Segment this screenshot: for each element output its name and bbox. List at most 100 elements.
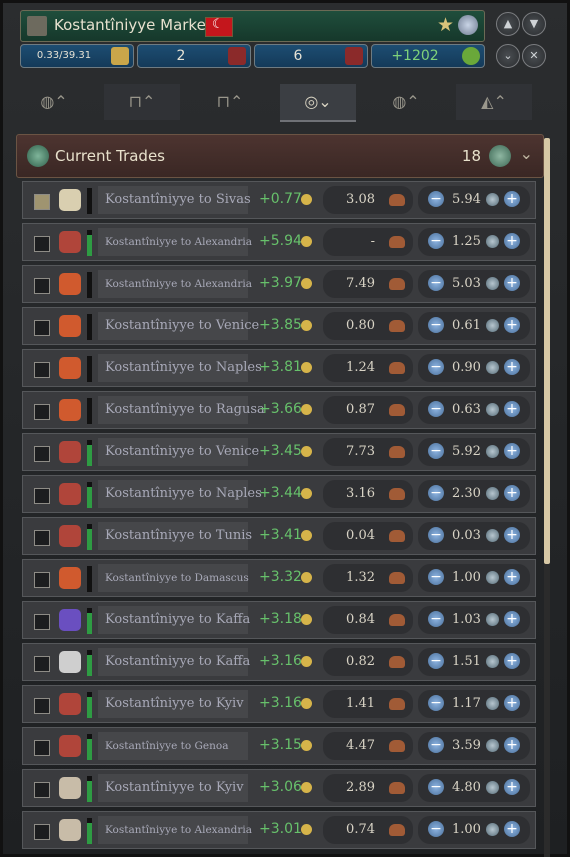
increase-button[interactable]: + xyxy=(504,821,520,837)
decrease-button[interactable]: − xyxy=(428,233,444,249)
trade-row[interactable]: Kostantîniyye to Naples +3.44 3.16 − 2.3… xyxy=(22,475,536,513)
increase-button[interactable]: + xyxy=(504,737,520,753)
route-label-box[interactable]: Kostantîniyye to Naples xyxy=(98,480,262,508)
decrease-button[interactable]: − xyxy=(428,821,444,837)
trade-row[interactable]: Kostantîniyye to Venice +3.45 7.73 − 5.9… xyxy=(22,433,536,471)
route-label-box[interactable]: Kostantîniyye to Venice xyxy=(98,312,259,340)
trade-checkbox[interactable] xyxy=(34,824,50,840)
route-label-box[interactable]: Kostantîniyye to Kyiv xyxy=(98,774,248,802)
stat-balance[interactable]: +1202 xyxy=(371,44,485,68)
increase-button[interactable]: + xyxy=(504,233,520,249)
increase-button[interactable]: + xyxy=(504,569,520,585)
trade-row[interactable]: Kostantîniyye to Alexandria +3.97 7.49 −… xyxy=(22,265,536,303)
star-icon[interactable]: ★ xyxy=(437,14,454,36)
route-label-box[interactable]: Kostantîniyye to Kaffa xyxy=(98,648,250,676)
trade-checkbox[interactable] xyxy=(34,782,50,798)
route-label-box[interactable]: Kostantîniyye to Alexandria xyxy=(98,270,252,298)
scrollbar-thumb[interactable] xyxy=(544,138,550,564)
decrease-button[interactable]: − xyxy=(428,401,444,417)
trade-row[interactable]: Kostantîniyye to Damascus +3.32 1.32 − 1… xyxy=(22,559,536,597)
stat-routes[interactable]: 6 xyxy=(254,44,368,68)
increase-button[interactable]: + xyxy=(504,611,520,627)
trade-checkbox[interactable] xyxy=(34,362,50,378)
scrollbar-track[interactable] xyxy=(544,564,550,857)
decrease-button[interactable]: − xyxy=(428,569,444,585)
route-label-box[interactable]: Kostantîniyye to Naples xyxy=(98,354,262,382)
decrease-button[interactable]: − xyxy=(428,737,444,753)
route-label-box[interactable]: Kostantîniyye to Ragusa xyxy=(98,396,265,424)
decrease-button[interactable]: − xyxy=(428,359,444,375)
increase-button[interactable]: + xyxy=(504,443,520,459)
pin-button[interactable]: ▲ xyxy=(496,12,520,36)
route-label-box[interactable]: Kostantîniyye to Kyiv xyxy=(98,690,248,718)
trade-checkbox[interactable] xyxy=(34,488,50,504)
trade-checkbox[interactable] xyxy=(34,656,50,672)
close-button[interactable]: ✕ xyxy=(522,44,546,68)
route-label-box[interactable]: Kostantîniyye to Genoa xyxy=(98,732,248,760)
trade-row[interactable]: Kostantîniyye to Ragusa +3.66 0.87 − 0.6… xyxy=(22,391,536,429)
trade-row[interactable]: Kostantîniyye to Genoa +3.15 4.47 − 3.59… xyxy=(22,727,536,765)
increase-button[interactable]: + xyxy=(504,527,520,543)
increase-button[interactable]: + xyxy=(504,653,520,669)
trade-row[interactable]: Kostantîniyye to Naples +3.81 1.24 − 0.9… xyxy=(22,349,536,387)
trade-row[interactable]: Kostantîniyye to Kyiv +3.06 2.89 − 4.80 … xyxy=(22,769,536,807)
decrease-button[interactable]: − xyxy=(428,695,444,711)
trade-checkbox[interactable] xyxy=(34,740,50,756)
route-label-box[interactable]: Kostantîniyye to Alexandria xyxy=(98,228,252,256)
decrease-button[interactable]: − xyxy=(428,779,444,795)
trade-checkbox[interactable] xyxy=(34,698,50,714)
chevron-down-icon[interactable]: ⌄ xyxy=(520,144,533,163)
decrease-button[interactable]: − xyxy=(428,191,444,207)
current-trades-header[interactable]: Current Trades 18 ⌄ xyxy=(16,134,544,178)
increase-button[interactable]: + xyxy=(504,191,520,207)
trade-checkbox[interactable] xyxy=(34,530,50,546)
route-label-box[interactable]: Kostantîniyye to Alexandria xyxy=(98,816,252,844)
trade-row[interactable]: Kostantîniyye to Venice +3.85 0.80 − 0.6… xyxy=(22,307,536,345)
decrease-button[interactable]: − xyxy=(428,443,444,459)
trade-checkbox[interactable] xyxy=(34,614,50,630)
tab-overview[interactable]: ◍⌃ xyxy=(16,84,92,120)
route-label-box[interactable]: Kostantîniyye to Damascus xyxy=(98,564,249,592)
route-label-box[interactable]: Kostantîniyye to Kaffa xyxy=(98,606,250,634)
decrease-button[interactable]: − xyxy=(428,275,444,291)
route-label-box[interactable]: Kostantîniyye to Venice xyxy=(98,438,259,466)
collapse-button[interactable]: ⌄ xyxy=(496,44,520,68)
trade-row[interactable]: Kostantîniyye to Kaffa +3.16 0.82 − 1.51… xyxy=(22,643,536,681)
trade-checkbox[interactable] xyxy=(34,236,50,252)
stat-capacity[interactable]: 0.33/39.31 xyxy=(20,44,134,68)
trade-row[interactable]: Kostantîniyye to Alexandria +3.01 0.74 −… xyxy=(22,811,536,849)
increase-button[interactable]: + xyxy=(504,401,520,417)
tab-buildings[interactable]: ⊓⌃ xyxy=(104,84,180,120)
filter-button[interactable]: ▼ xyxy=(522,12,546,36)
decrease-button[interactable]: − xyxy=(428,317,444,333)
route-label-box[interactable]: Kostantîniyye to Sivas xyxy=(98,186,251,214)
trade-checkbox[interactable] xyxy=(34,278,50,294)
decrease-button[interactable]: − xyxy=(428,611,444,627)
trade-row[interactable]: Kostantîniyye to Kaffa +3.18 0.84 − 1.03… xyxy=(22,601,536,639)
increase-button[interactable]: + xyxy=(504,317,520,333)
stat-buildings[interactable]: 2 xyxy=(137,44,251,68)
increase-button[interactable]: + xyxy=(504,695,520,711)
tab-trades[interactable]: ◎⌄ xyxy=(280,84,356,122)
trade-row[interactable]: Kostantîniyye to Alexandria +5.94 - − 1.… xyxy=(22,223,536,261)
increase-button[interactable]: + xyxy=(504,275,520,291)
increase-button[interactable]: + xyxy=(504,359,520,375)
trade-checkbox[interactable] xyxy=(34,404,50,420)
trade-row[interactable]: Kostantîniyye to Sivas +0.77 3.08 − 5.94… xyxy=(22,181,536,219)
trade-checkbox[interactable] xyxy=(34,194,50,210)
trade-checkbox[interactable] xyxy=(34,572,50,588)
tab-pops[interactable]: ◭⌃ xyxy=(456,84,532,120)
route-label-box[interactable]: Kostantîniyye to Tunis xyxy=(98,522,252,550)
increase-button[interactable]: + xyxy=(504,485,520,501)
tab-production[interactable]: ⊓⌃ xyxy=(192,84,268,120)
trade-row[interactable]: Kostantîniyye to Kyiv +3.16 1.41 − 1.17 … xyxy=(22,685,536,723)
tab-routes[interactable]: ◍⌃ xyxy=(368,84,444,120)
decrease-button[interactable]: − xyxy=(428,527,444,543)
trade-row[interactable]: Kostantîniyye to Tunis +3.41 0.04 − 0.03… xyxy=(22,517,536,555)
gear-icon[interactable] xyxy=(458,15,478,35)
trade-checkbox[interactable] xyxy=(34,446,50,462)
decrease-button[interactable]: − xyxy=(428,485,444,501)
trade-checkbox[interactable] xyxy=(34,320,50,336)
increase-button[interactable]: + xyxy=(504,779,520,795)
decrease-button[interactable]: − xyxy=(428,653,444,669)
